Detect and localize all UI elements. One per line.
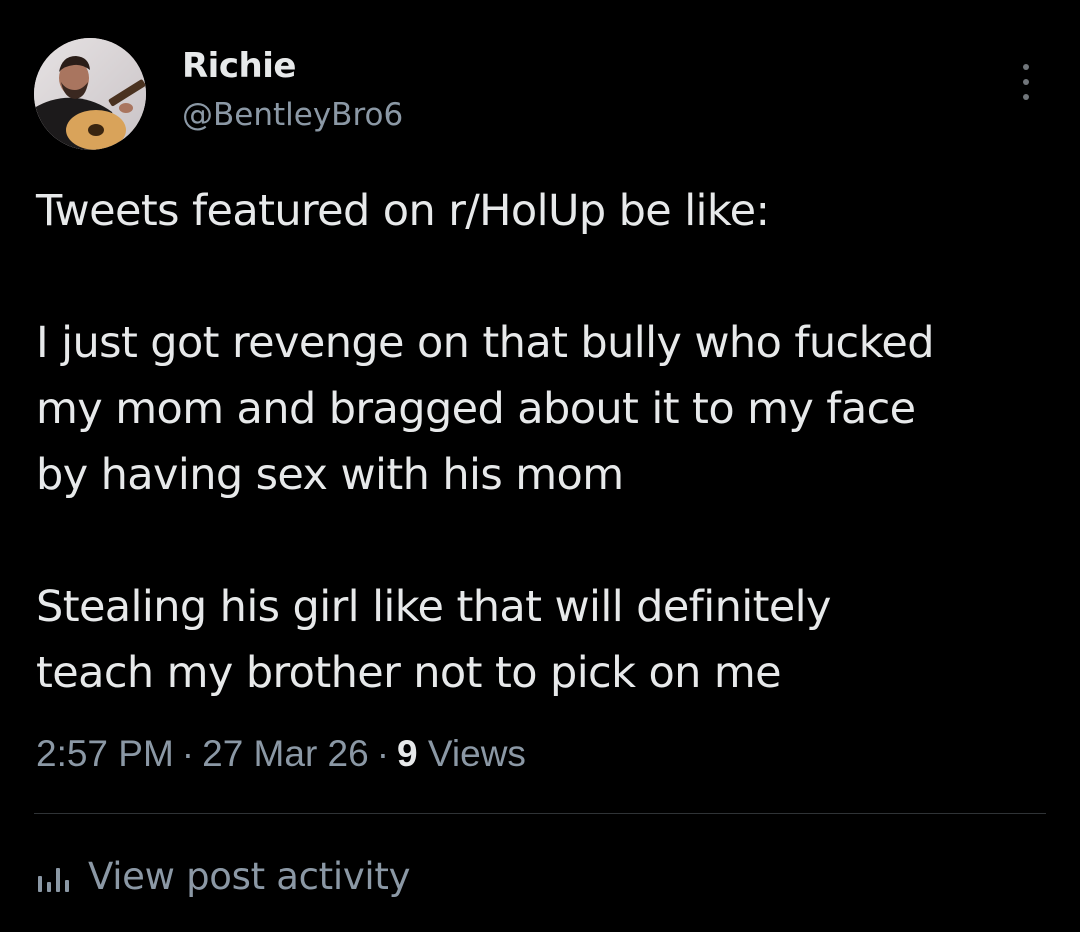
tweet-text: Tweets featured on r/HolUp be like: I ju…: [36, 178, 1046, 706]
meta-separator: ·: [181, 733, 195, 774]
tweet-paragraph: Stealing his girl like that will definit…: [36, 582, 831, 698]
views-label: Views: [427, 733, 526, 774]
tweet-metadata: 2:57 PM · 27 Mar 26 · 9 Views: [36, 730, 526, 778]
more-options-button[interactable]: [1014, 60, 1038, 104]
more-vertical-icon-dot: [1023, 94, 1029, 100]
user-handle[interactable]: @BentleyBro6: [182, 96, 403, 134]
tweet-header: Richie @BentleyBro6: [34, 38, 1046, 150]
views-count: 9: [397, 733, 418, 774]
tweet-paragraph: Tweets featured on r/HolUp be like:: [36, 186, 770, 236]
tweet-paragraph: I just got revenge on that bully who fuc…: [36, 318, 935, 500]
tweet-date[interactable]: 27 Mar 26: [202, 733, 369, 774]
divider: [34, 813, 1046, 814]
tweet-detail: Richie @BentleyBro6 Tweets featured on r…: [0, 0, 1080, 932]
more-vertical-icon: [1023, 64, 1029, 70]
view-post-activity-label[interactable]: View post activity: [88, 852, 411, 902]
avatar[interactable]: [34, 38, 146, 150]
view-post-activity-button[interactable]: View post activity: [36, 852, 411, 902]
bar-chart-icon: [38, 868, 69, 892]
author-info[interactable]: Richie @BentleyBro6: [182, 46, 403, 134]
tweet-time[interactable]: 2:57 PM: [36, 733, 174, 774]
display-name[interactable]: Richie: [182, 46, 403, 86]
avatar-photo: [34, 38, 146, 150]
more-vertical-icon-dot: [1023, 79, 1029, 85]
meta-separator: ·: [376, 733, 390, 774]
